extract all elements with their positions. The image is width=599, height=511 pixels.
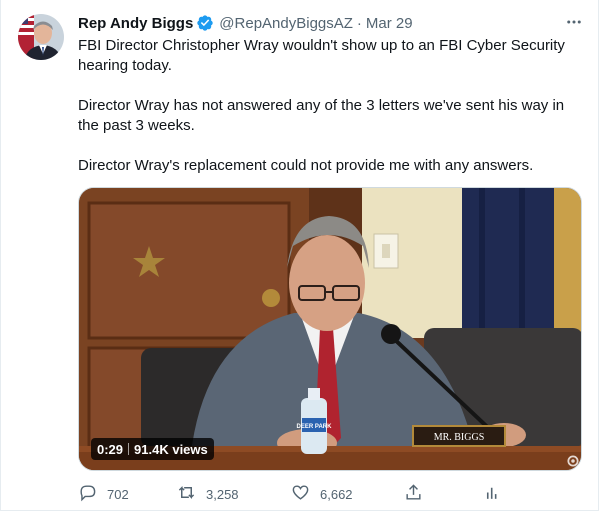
retweet-arrows-icon: [177, 483, 196, 505]
badge-divider: [128, 443, 130, 455]
reply-button[interactable]: 702: [78, 480, 129, 508]
video-duration: 0:29: [97, 441, 124, 457]
nameplate-text: MR. BIGGS: [434, 432, 485, 443]
tweet-paragraph: FBI Director Christopher Wray wouldn't s…: [78, 37, 565, 74]
retweet-button[interactable]: 3,258: [177, 480, 239, 508]
heart-icon: [291, 483, 310, 505]
tweet-actions: 702 3,258 6,662: [1, 480, 599, 508]
tweet-date[interactable]: Mar 29: [366, 15, 413, 32]
video-stats-badge: 0:29 91.4K views: [91, 438, 214, 460]
tweet-card[interactable]: Rep Andy Biggs @RepAndyBiggsAZ · Mar 29 …: [0, 0, 599, 511]
author-handle[interactable]: @RepAndyBiggsAZ: [219, 15, 353, 32]
share-upload-icon: [404, 483, 423, 505]
more-dots-icon[interactable]: [562, 11, 586, 33]
video-settings-icon[interactable]: [566, 454, 580, 468]
bottle-label: DEER PARK: [297, 424, 333, 430]
analytics-button[interactable]: [483, 480, 502, 508]
tweet-paragraph: Director Wray has not answered any of th…: [78, 97, 565, 134]
verified-badge-icon: [196, 14, 214, 32]
header-separator: ·: [356, 14, 362, 32]
video-views: 91.4K views: [134, 441, 208, 457]
tweet-text: FBI Director Christopher Wray wouldn't s…: [78, 36, 578, 176]
video-player[interactable]: DEER PARK MR. BIGGS: [78, 187, 582, 471]
reply-count: 702: [107, 486, 129, 502]
analytics-bars-icon: [483, 483, 502, 505]
avatar-photo: [18, 14, 64, 60]
author-avatar[interactable]: [18, 14, 64, 60]
like-count: 6,662: [320, 486, 353, 502]
retweet-count: 3,258: [206, 486, 239, 502]
tweet-header: Rep Andy Biggs @RepAndyBiggsAZ · Mar 29: [78, 13, 413, 33]
share-button[interactable]: [404, 480, 423, 508]
video-thumbnail: DEER PARK MR. BIGGS: [79, 188, 581, 470]
like-button[interactable]: 6,662: [291, 480, 353, 508]
tweet-paragraph: Director Wray's replacement could not pr…: [78, 157, 534, 174]
author-name[interactable]: Rep Andy Biggs: [78, 15, 193, 32]
reply-bubble-icon: [78, 483, 97, 505]
